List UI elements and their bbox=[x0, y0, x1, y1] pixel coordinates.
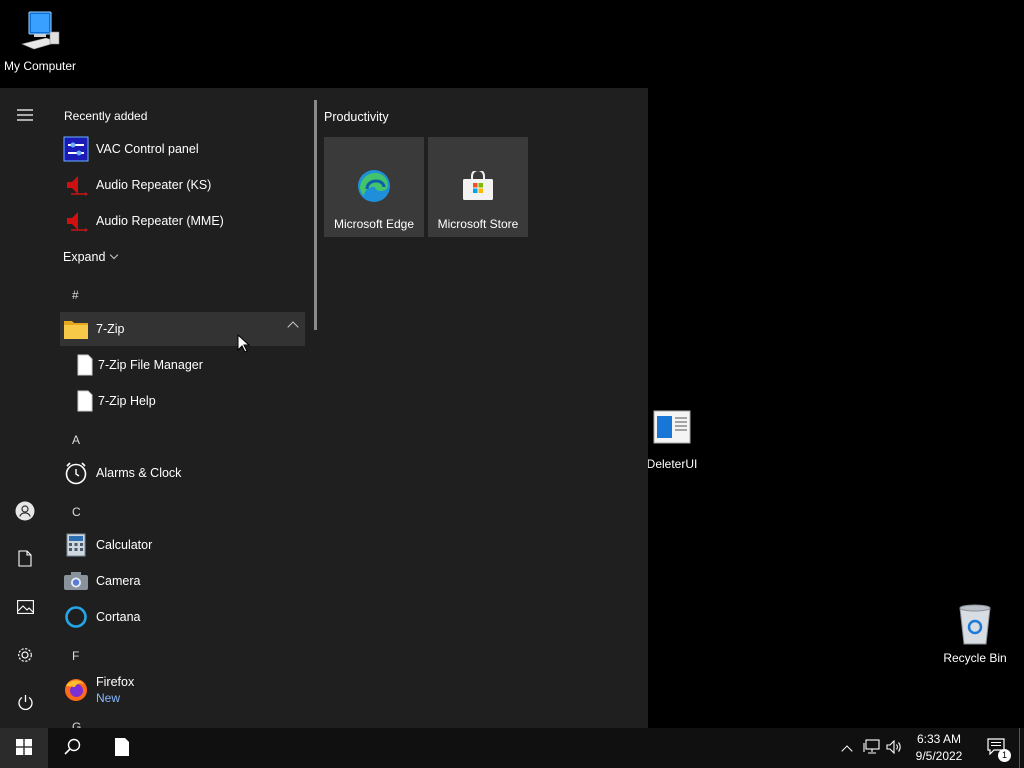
user-account-icon bbox=[15, 501, 35, 524]
document-icon bbox=[114, 737, 130, 760]
documents-button[interactable] bbox=[0, 540, 50, 580]
group-header-g[interactable]: G bbox=[72, 720, 81, 728]
app-item-camera[interactable]: Camera bbox=[60, 564, 305, 598]
camera-icon bbox=[63, 568, 89, 594]
chevron-down-icon bbox=[110, 250, 119, 260]
app-item-label: Cortana bbox=[96, 610, 141, 624]
desktop-icon-label: My Computer bbox=[3, 59, 77, 73]
desktop-icon-label: Recycle Bin bbox=[943, 651, 1007, 665]
power-icon bbox=[17, 694, 34, 714]
audio-repeater-icon bbox=[63, 208, 89, 234]
vac-icon bbox=[63, 136, 89, 162]
tile-label: Microsoft Edge bbox=[333, 217, 415, 231]
firefox-text: Firefox New bbox=[96, 674, 134, 706]
app-item-label: Camera bbox=[96, 574, 141, 588]
app-item-cortana[interactable]: Cortana bbox=[60, 600, 305, 634]
folder-icon bbox=[63, 316, 89, 342]
app-item-label: Firefox bbox=[96, 675, 135, 689]
tile-microsoft-store[interactable]: Microsoft Store bbox=[428, 137, 528, 237]
tile-microsoft-edge[interactable]: Microsoft Edge bbox=[324, 137, 424, 237]
app-item-7zip-help[interactable]: 7-Zip Help bbox=[60, 384, 305, 418]
chevron-up-icon bbox=[841, 745, 853, 757]
app-item-label: Alarms & Clock bbox=[96, 466, 182, 480]
show-desktop-button[interactable] bbox=[1019, 728, 1024, 768]
volume-button[interactable] bbox=[883, 728, 905, 768]
group-header-hash[interactable]: # bbox=[72, 288, 79, 302]
expand-button[interactable]: Expand bbox=[63, 250, 119, 264]
computer-icon bbox=[16, 8, 64, 57]
group-header-c[interactable]: C bbox=[72, 505, 81, 519]
app-item-audio-repeater-ks[interactable]: Audio Repeater (KS) bbox=[60, 168, 305, 202]
speaker-icon bbox=[886, 739, 902, 757]
app-folder-7zip[interactable]: 7-Zip bbox=[60, 312, 305, 346]
windows-logo-icon bbox=[16, 738, 32, 758]
tile-label: Microsoft Store bbox=[437, 217, 519, 231]
clock-button[interactable]: 6:33 AM 9/5/2022 bbox=[906, 728, 972, 768]
app-item-label: 7-Zip File Manager bbox=[98, 358, 203, 372]
gear-icon bbox=[16, 646, 34, 667]
audio-repeater-icon bbox=[63, 172, 89, 198]
group-header-f[interactable]: F bbox=[72, 649, 79, 663]
start-menu-rail bbox=[0, 88, 50, 728]
taskbar-app-document[interactable] bbox=[98, 728, 146, 768]
app-window-icon bbox=[653, 410, 691, 447]
power-button[interactable] bbox=[0, 684, 50, 724]
pictures-button[interactable] bbox=[0, 588, 50, 628]
app-item-alarms-clock[interactable]: Alarms & Clock bbox=[60, 456, 305, 490]
app-list-scrollbar[interactable] bbox=[314, 100, 317, 330]
cortana-icon bbox=[63, 604, 89, 630]
recycle-bin-icon bbox=[954, 602, 996, 649]
alarm-clock-icon bbox=[63, 460, 89, 486]
settings-button[interactable] bbox=[0, 636, 50, 676]
desktop-icon-label: DeleterUI bbox=[646, 457, 698, 471]
action-center-button[interactable]: 1 bbox=[976, 728, 1016, 768]
document-icon bbox=[18, 550, 32, 570]
app-list[interactable]: Recently added VAC Control panel Audio R… bbox=[50, 88, 312, 728]
clock-time: 6:33 AM bbox=[916, 732, 962, 746]
recently-added-heading: Recently added bbox=[64, 109, 148, 123]
app-item-audio-repeater-mme[interactable]: Audio Repeater (MME) bbox=[60, 204, 305, 238]
account-button[interactable] bbox=[0, 492, 50, 532]
hamburger-icon bbox=[17, 108, 33, 124]
start-button[interactable] bbox=[0, 728, 48, 768]
chevron-up-icon bbox=[287, 321, 299, 333]
app-item-7zip-file-manager[interactable]: 7-Zip File Manager bbox=[60, 348, 305, 382]
desktop-icon-recycle-bin[interactable]: Recycle Bin bbox=[935, 602, 1015, 665]
notification-count-badge: 1 bbox=[998, 749, 1011, 762]
tiles-area: Productivity Microsoft Edge Microsoft St… bbox=[324, 88, 644, 728]
mouse-cursor-icon bbox=[237, 333, 251, 357]
app-item-vac-control-panel[interactable]: VAC Control panel bbox=[60, 132, 305, 166]
app-item-label: Audio Repeater (KS) bbox=[96, 178, 212, 192]
notification-icon: 1 bbox=[987, 738, 1011, 762]
new-badge: New bbox=[96, 691, 121, 705]
network-icon bbox=[862, 739, 880, 757]
search-icon bbox=[63, 738, 81, 758]
clock-date: 9/5/2022 bbox=[915, 749, 963, 763]
app-item-label: VAC Control panel bbox=[96, 142, 199, 156]
desktop-icon-my-computer[interactable]: My Computer bbox=[0, 8, 80, 73]
edge-icon bbox=[357, 169, 391, 206]
picture-icon bbox=[16, 599, 34, 617]
app-item-label: Calculator bbox=[96, 538, 153, 552]
calculator-icon bbox=[63, 532, 89, 558]
tile-group-title[interactable]: Productivity bbox=[324, 110, 389, 124]
app-item-firefox[interactable]: Firefox New bbox=[60, 672, 305, 708]
start-menu: Recently added VAC Control panel Audio R… bbox=[0, 88, 648, 728]
file-icon bbox=[72, 352, 98, 378]
app-item-label: 7-Zip Help bbox=[98, 394, 156, 408]
search-button[interactable] bbox=[48, 728, 96, 768]
hamburger-menu-button[interactable] bbox=[0, 96, 50, 136]
taskbar: 6:33 AM 9/5/2022 1 bbox=[0, 728, 1024, 768]
group-header-a[interactable]: A bbox=[72, 433, 80, 447]
app-item-label: Audio Repeater (MME) bbox=[96, 214, 224, 228]
show-hidden-icons-button[interactable] bbox=[836, 728, 858, 768]
app-folder-label: 7-Zip bbox=[96, 322, 125, 336]
network-button[interactable] bbox=[860, 728, 882, 768]
file-icon bbox=[72, 388, 98, 414]
expand-label: Expand bbox=[63, 250, 106, 264]
app-item-calculator[interactable]: Calculator bbox=[60, 528, 305, 562]
store-icon bbox=[462, 169, 494, 204]
firefox-icon bbox=[63, 677, 89, 703]
